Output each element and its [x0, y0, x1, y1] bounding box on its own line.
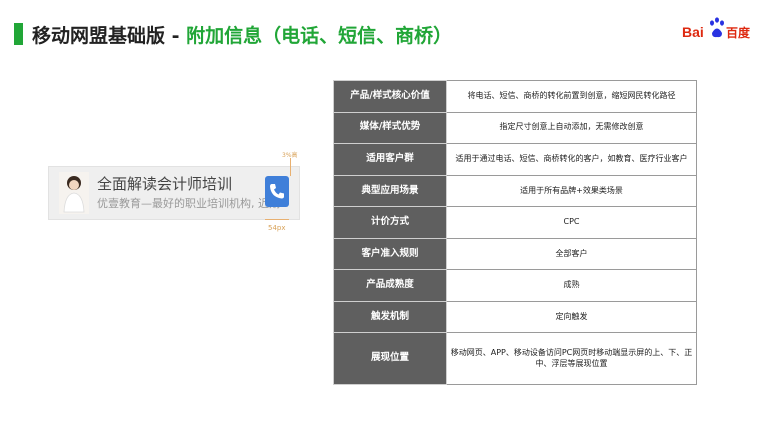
table-key: 触发机制	[333, 300, 447, 334]
table-value: 指定尺寸创意上自动添加，无需修改创意	[446, 111, 697, 145]
table-row: 展现位置 移动网页、APP、移动设备访问PC网页时移动端显示屏的上、下、正中、浮层…	[333, 332, 697, 385]
table-row: 客户准入规则 全部客户	[333, 237, 697, 271]
table-value: 适用于通过电话、短信、商桥转化的客户，如教育、医疗行业客户	[446, 143, 697, 176]
table-value: 成熟	[446, 269, 697, 302]
table-row: 触发机制 定向触发	[333, 300, 697, 334]
table-row: 典型应用场景 适用于所有品牌+效果类场景	[333, 174, 697, 208]
page-title: 移动网盟基础版 - 附加信息（电话、短信、商桥）	[32, 21, 452, 48]
table-value: 全部客户	[446, 237, 697, 271]
phone-icon	[270, 184, 284, 199]
table-row: 产品/样式核心价值 将电话、短信、商桥的转化前置到创意，缩短网民转化路径	[333, 80, 697, 113]
table-key: 展现位置	[333, 332, 447, 385]
table-key: 典型应用场景	[333, 174, 447, 208]
table-key: 适用客户群	[333, 143, 447, 176]
ad-preview[interactable]: 全面解读会计师培训 优壹教育—最好的职业培训机构, 近期	[48, 166, 300, 220]
logo-du-text: 百度	[726, 26, 751, 40]
dimension-label-bottom: 54px	[268, 224, 286, 232]
title-main: 移动网盟基础版 -	[32, 25, 187, 47]
ad-title[interactable]: 全面解读会计师培训	[97, 173, 232, 194]
logo-bai-text: Bai	[682, 24, 704, 40]
table-value: 移动网页、APP、移动设备访问PC网页时移动端显示屏的上、下、正中、浮层等展现位…	[446, 332, 697, 385]
table-key: 媒体/样式优势	[333, 111, 447, 145]
ad-description: 优壹教育—最好的职业培训机构, 近期	[97, 197, 280, 210]
table-key: 产品/样式核心价值	[333, 80, 447, 113]
dimension-line-vertical	[290, 158, 291, 176]
ad-person-image	[59, 172, 89, 214]
info-table: 产品/样式核心价值 将电话、短信、商桥的转化前置到创意，缩短网民转化路径 媒体/样…	[333, 80, 697, 385]
title-highlight: 附加信息（电话、短信、商桥）	[186, 25, 453, 47]
table-value: 定向触发	[446, 300, 697, 334]
table-value: 将电话、短信、商桥的转化前置到创意，缩短网民转化路径	[446, 80, 697, 113]
title-accent-bar	[14, 23, 23, 45]
table-key: 产品成熟度	[333, 269, 447, 302]
table-key: 客户准入规则	[333, 237, 447, 271]
table-key: 计价方式	[333, 206, 447, 239]
dimension-line-horizontal	[265, 219, 289, 220]
table-row: 计价方式 CPC	[333, 206, 697, 239]
table-value: CPC	[446, 206, 697, 239]
table-row: 媒体/样式优势 指定尺寸创意上自动添加，无需修改创意	[333, 111, 697, 145]
call-button[interactable]	[265, 176, 289, 207]
table-row: 适用客户群 适用于通过电话、短信、商桥转化的客户，如教育、医疗行业客户	[333, 143, 697, 176]
table-value: 适用于所有品牌+效果类场景	[446, 174, 697, 208]
table-row: 产品成熟度 成熟	[333, 269, 697, 302]
baidu-paw-icon	[710, 17, 724, 38]
baidu-logo: Bai 百度	[682, 16, 752, 46]
